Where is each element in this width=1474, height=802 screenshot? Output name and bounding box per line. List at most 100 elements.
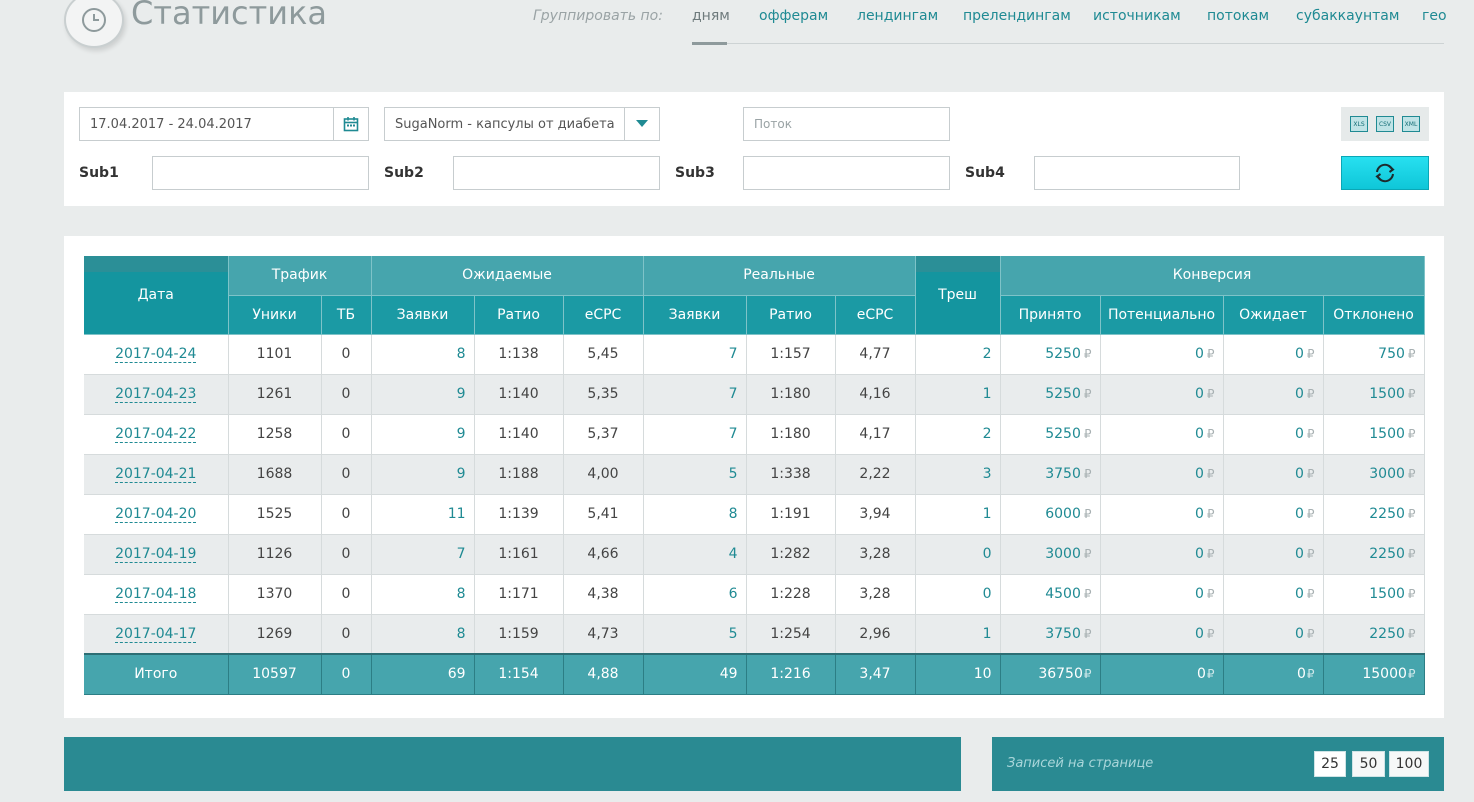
tab-prelandings[interactable]: прелендингам — [963, 8, 1071, 24]
xls-export-icon[interactable]: XLS — [1350, 116, 1368, 132]
col-rejected[interactable]: Отклонено — [1323, 295, 1425, 335]
tab-flows[interactable]: потокам — [1207, 8, 1269, 24]
exp-orders-link[interactable]: 9 — [457, 386, 466, 402]
flow-field[interactable] — [743, 107, 950, 141]
date-link[interactable]: 2017-04-23 — [115, 386, 197, 403]
accepted-link[interactable]: 4500 — [1045, 586, 1081, 602]
tab-landings[interactable]: лендингам — [857, 8, 938, 24]
real-orders-link[interactable]: 5 — [729, 626, 738, 642]
sub1-input[interactable] — [153, 157, 368, 189]
trash-link[interactable]: 3 — [983, 466, 992, 482]
col-exp-ecpc[interactable]: eCPC — [563, 295, 644, 335]
potential-link[interactable]: 0 — [1195, 466, 1204, 482]
date-link[interactable]: 2017-04-19 — [115, 546, 197, 563]
sub2-field[interactable] — [453, 156, 660, 190]
tab-subaccounts[interactable]: субаккаунтам — [1296, 8, 1399, 24]
potential-link[interactable]: 0 — [1195, 346, 1204, 362]
sub1-field[interactable] — [152, 156, 369, 190]
per-page-100-button[interactable]: 100 — [1389, 751, 1429, 777]
sub2-input[interactable] — [454, 157, 659, 189]
rejected-link[interactable]: 3000 — [1369, 466, 1405, 482]
sub4-field[interactable] — [1034, 156, 1240, 190]
pending-link[interactable]: 0 — [1295, 346, 1304, 362]
col-pending[interactable]: Ожидает — [1223, 295, 1324, 335]
rejected-link[interactable]: 1500 — [1369, 426, 1405, 442]
rejected-link[interactable]: 1500 — [1369, 586, 1405, 602]
potential-link[interactable]: 0 — [1195, 386, 1204, 402]
rejected-link[interactable]: 2250 — [1369, 626, 1405, 642]
sub3-input[interactable] — [744, 157, 949, 189]
col-accepted[interactable]: Принято — [1000, 295, 1101, 335]
per-page-25-button[interactable]: 25 — [1314, 751, 1346, 777]
col-trash[interactable]: Треш — [915, 256, 1001, 335]
sub3-field[interactable] — [743, 156, 950, 190]
real-orders-link[interactable]: 8 — [729, 506, 738, 522]
accepted-link[interactable]: 5250 — [1045, 426, 1081, 442]
date-range-input[interactable] — [80, 108, 368, 140]
date-link[interactable]: 2017-04-24 — [115, 346, 197, 363]
real-orders-link[interactable]: 6 — [729, 586, 738, 602]
col-real-ratio[interactable]: Ратио — [746, 295, 836, 335]
trash-link[interactable]: 1 — [983, 386, 992, 402]
csv-export-icon[interactable]: CSV — [1376, 116, 1394, 132]
rejected-link[interactable]: 750 — [1378, 346, 1405, 362]
potential-link[interactable]: 0 — [1195, 506, 1204, 522]
real-orders-link[interactable]: 5 — [729, 466, 738, 482]
real-orders-link[interactable]: 7 — [729, 386, 738, 402]
rejected-link[interactable]: 2250 — [1369, 506, 1405, 522]
pending-link[interactable]: 0 — [1295, 426, 1304, 442]
date-link[interactable]: 2017-04-20 — [115, 506, 197, 523]
accepted-link[interactable]: 3000 — [1045, 546, 1081, 562]
refresh-button[interactable] — [1341, 156, 1429, 190]
potential-link[interactable]: 0 — [1195, 586, 1204, 602]
exp-orders-link[interactable]: 9 — [457, 466, 466, 482]
per-page-50-button[interactable]: 50 — [1352, 751, 1385, 777]
accepted-link[interactable]: 5250 — [1045, 386, 1081, 402]
exp-orders-link[interactable]: 8 — [457, 346, 466, 362]
date-range-field[interactable] — [79, 107, 369, 141]
tab-offers[interactable]: офферам — [759, 8, 828, 24]
col-date[interactable]: Дата — [84, 256, 229, 335]
trash-link[interactable]: 1 — [983, 506, 992, 522]
accepted-link[interactable]: 3750 — [1045, 626, 1081, 642]
pending-link[interactable]: 0 — [1295, 546, 1304, 562]
date-link[interactable]: 2017-04-17 — [115, 625, 197, 643]
potential-link[interactable]: 0 — [1195, 626, 1204, 642]
trash-link[interactable]: 2 — [983, 346, 992, 362]
pending-link[interactable]: 0 — [1295, 386, 1304, 402]
exp-orders-link[interactable]: 11 — [448, 506, 466, 522]
real-orders-link[interactable]: 7 — [729, 426, 738, 442]
exp-orders-link[interactable]: 7 — [457, 546, 466, 562]
date-link[interactable]: 2017-04-21 — [115, 466, 197, 483]
trash-link[interactable]: 0 — [983, 586, 992, 602]
col-uniques[interactable]: Уники — [228, 295, 322, 335]
potential-link[interactable]: 0 — [1195, 546, 1204, 562]
sub4-input[interactable] — [1035, 157, 1239, 189]
col-exp-orders[interactable]: Заявки — [371, 295, 475, 335]
col-real-ecpc[interactable]: eCPC — [835, 295, 916, 335]
pending-link[interactable]: 0 — [1295, 626, 1304, 642]
tab-geo[interactable]: гео — [1422, 8, 1447, 24]
pending-link[interactable]: 0 — [1295, 586, 1304, 602]
trash-link[interactable]: 0 — [983, 546, 992, 562]
calendar-button[interactable] — [333, 108, 368, 140]
trash-link[interactable]: 2 — [983, 426, 992, 442]
col-potential[interactable]: Потенциально — [1100, 295, 1224, 335]
date-link[interactable]: 2017-04-18 — [115, 586, 197, 603]
real-orders-link[interactable]: 7 — [729, 346, 738, 362]
accepted-link[interactable]: 6000 — [1045, 506, 1081, 522]
col-exp-ratio[interactable]: Ратио — [474, 295, 564, 335]
date-link[interactable]: 2017-04-22 — [115, 426, 197, 443]
xml-export-icon[interactable]: XML — [1402, 116, 1420, 132]
exp-orders-link[interactable]: 9 — [457, 426, 466, 442]
rejected-link[interactable]: 1500 — [1369, 386, 1405, 402]
flow-input[interactable] — [744, 108, 949, 140]
col-tb[interactable]: ТБ — [321, 295, 372, 335]
pending-link[interactable]: 0 — [1295, 506, 1304, 522]
offer-dropdown-button[interactable] — [624, 108, 659, 140]
trash-link[interactable]: 1 — [983, 626, 992, 642]
tab-days[interactable]: дням — [692, 8, 730, 24]
exp-orders-link[interactable]: 8 — [457, 586, 466, 602]
potential-link[interactable]: 0 — [1195, 426, 1204, 442]
accepted-link[interactable]: 3750 — [1045, 466, 1081, 482]
